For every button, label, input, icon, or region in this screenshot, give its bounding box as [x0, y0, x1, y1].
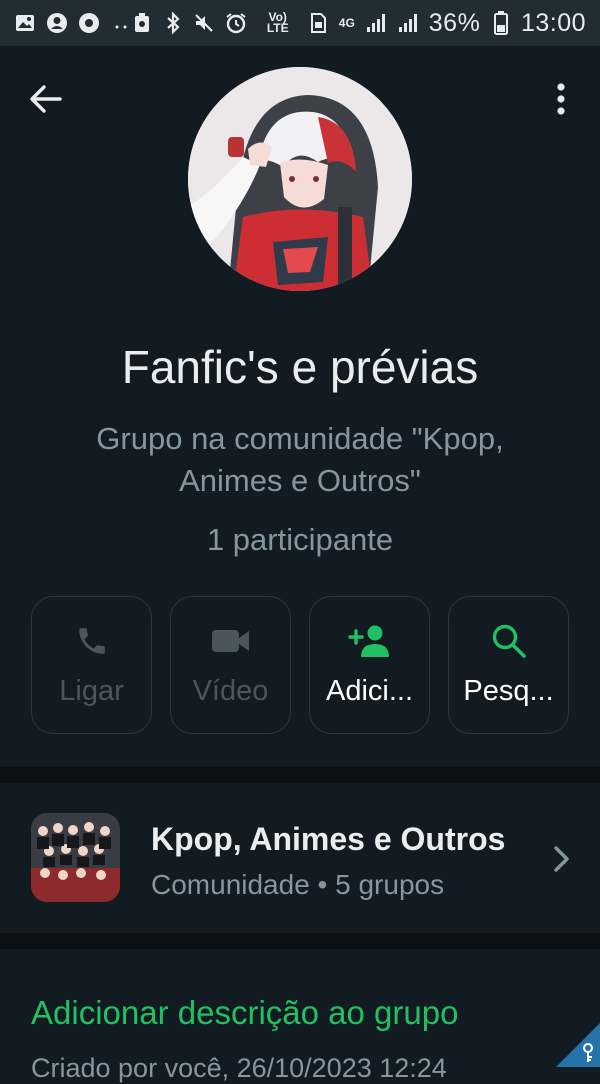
- data-icon: 4G: [338, 15, 355, 30]
- record-icon: [78, 12, 100, 34]
- group-subtitle: Grupo na comunidade "Kpop, Animes e Outr…: [96, 421, 504, 498]
- video-label: Vídeo: [192, 675, 269, 707]
- status-bar: Vo) LTE 4G 36% 13:00: [0, 0, 600, 46]
- group-name: Fanfic's e prévias: [121, 341, 479, 393]
- avatar-illustration: [188, 67, 412, 291]
- more-options-button[interactable]: [548, 78, 574, 120]
- participant-count[interactable]: 1 participante: [0, 522, 600, 558]
- description-section: Adicionar descrição ao grupo Criado por …: [0, 950, 600, 1083]
- community-row[interactable]: Kpop, Animes e Outros Comunidade • 5 gru…: [0, 783, 600, 933]
- key-icon: [583, 1043, 593, 1062]
- battery-percent: 36%: [428, 8, 481, 37]
- volte-icon: Vo) LTE: [266, 10, 289, 35]
- search-icon: [492, 624, 526, 658]
- section-divider: [0, 933, 600, 949]
- group-avatar[interactable]: [188, 67, 412, 291]
- add-participant-button[interactable]: Adici...: [309, 596, 430, 734]
- chevron-right-icon: [554, 846, 569, 872]
- more-vert-icon: [557, 83, 565, 115]
- image-icon: [14, 12, 36, 34]
- signal-icon: [397, 12, 419, 34]
- sim-icon: [308, 12, 329, 34]
- signal-icon: [365, 12, 387, 34]
- alarm-icon: [225, 12, 247, 34]
- add-description-link[interactable]: Adicionar descrição ao grupo: [31, 994, 458, 1032]
- community-group-photo: [31, 813, 120, 902]
- back-button[interactable]: [24, 78, 66, 120]
- community-meta: Comunidade • 5 grupos: [151, 869, 445, 900]
- phone-icon: [78, 628, 105, 654]
- call-label: Ligar: [59, 675, 124, 707]
- created-info: Criado por você, 26/10/2023 12:24: [31, 1053, 447, 1083]
- clock: 13:00: [520, 8, 587, 37]
- search-button[interactable]: Pesq...: [448, 596, 569, 734]
- search-label: Pesq...: [463, 675, 554, 707]
- add-person-icon: [347, 625, 389, 657]
- arrow-back-icon: [30, 85, 62, 113]
- dots-icon: [110, 12, 132, 34]
- call-button[interactable]: Ligar: [31, 596, 152, 734]
- add-participant-label: Adici...: [325, 675, 414, 707]
- account-icon: [46, 12, 68, 34]
- action-buttons: Ligar Vídeo Adici... Pesq...: [31, 596, 569, 736]
- battery-icon: [490, 11, 511, 35]
- bluetooth-icon: [163, 12, 184, 34]
- section-divider: [0, 767, 600, 783]
- recycle-icon: [132, 12, 153, 34]
- community-name: Kpop, Animes e Outros: [151, 821, 506, 857]
- video-icon: [211, 630, 249, 652]
- video-button[interactable]: Vídeo: [170, 596, 291, 734]
- mute-icon: [193, 12, 215, 34]
- community-avatar: [31, 813, 120, 902]
